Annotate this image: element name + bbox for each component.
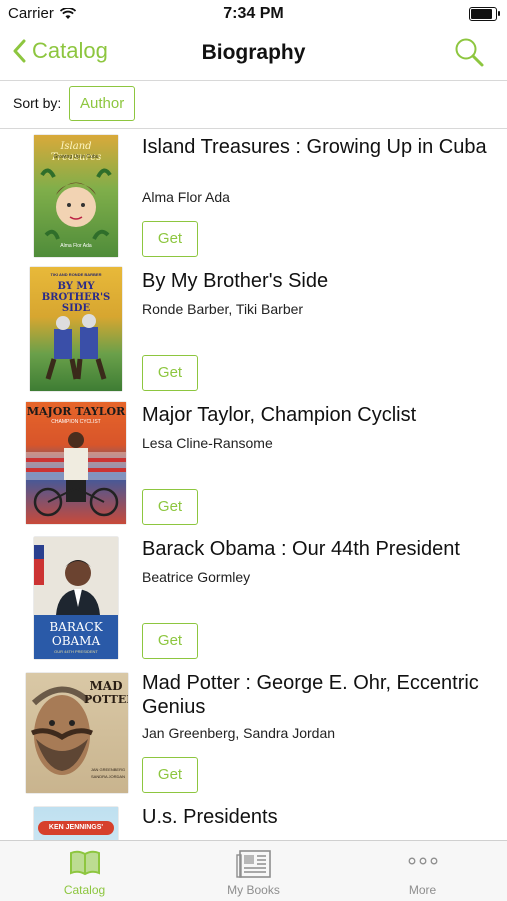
sort-bar: Sort by: Author (0, 80, 507, 129)
tab-more-label: More (408, 883, 437, 897)
sort-label: Sort by: (13, 95, 62, 111)
cover-subtitle: Growing Up in Cuba (53, 154, 99, 160)
book-cover: MAJOR TAYLOR CHAMPION CYCLIST (26, 402, 126, 524)
book-title[interactable]: U.s. Presidents (142, 805, 497, 829)
status-bar: Carrier 7:34 PM (0, 0, 507, 28)
book-title[interactable]: Barack Obama : Our 44th President (142, 537, 497, 561)
tab-catalog[interactable]: Catalog (0, 841, 169, 901)
open-book-icon (69, 850, 100, 876)
cover-author: Alma Flor Ada (60, 243, 92, 249)
cover-title-line-1: MAD (89, 679, 123, 693)
tab-my-books-label: My Books (227, 883, 280, 897)
cover-subtitle: OUR 44TH PRESIDENT (54, 649, 98, 654)
cover-author: TIKI AND RONDE BARBER (50, 272, 102, 277)
get-button[interactable]: Get (142, 623, 198, 659)
search-button[interactable] (453, 36, 485, 73)
book-cover: KEN JENNINGS' (34, 807, 118, 840)
list-item[interactable]: BARACK OBAMA OUR 44TH PRESIDENT Barack O… (0, 531, 507, 665)
book-cover: MAD POTTER JAN GREENBERG SANDRA JORDAN (26, 673, 128, 793)
book-list[interactable]: Island Treasures Growing Up in Cuba Alma… (0, 129, 507, 840)
cover-title: MAJOR TAYLOR (26, 405, 126, 418)
list-item[interactable]: Island Treasures Growing Up in Cuba Alma… (0, 129, 507, 263)
battery-level (471, 9, 492, 19)
book-cover: BARACK OBAMA OUR 44TH PRESIDENT (34, 537, 118, 659)
book-author: Beatrice Gormley (142, 569, 251, 585)
tab-more[interactable]: More (338, 841, 507, 901)
battery-icon (469, 7, 500, 21)
sort-author-button[interactable]: Author (69, 86, 136, 121)
cover-author-1: JAN GREENBERG (90, 767, 126, 772)
tab-catalog-label: Catalog (63, 883, 106, 897)
book-author: Jan Greenberg, Sandra Jordan (142, 725, 336, 741)
book-author: Ronde Barber, Tiki Barber (142, 301, 304, 317)
list-item[interactable]: MAD POTTER JAN GREENBERG SANDRA JORDAN M… (0, 665, 507, 799)
book-author: Alma Flor Ada (142, 189, 230, 205)
cover-author-2: SANDRA JORDAN (90, 774, 125, 779)
tab-my-books[interactable]: My Books (169, 841, 338, 901)
book-title[interactable]: By My Brother's Side (142, 269, 497, 293)
cover-title: BY MY BROTHER'S SIDE (41, 281, 111, 314)
cover-subtitle: CHAMPION CYCLIST (51, 419, 101, 425)
list-item[interactable]: KEN JENNINGS' U.s. Presidents (0, 799, 507, 840)
cover-title-line-1: BARACK (49, 620, 103, 634)
get-button[interactable]: Get (142, 489, 198, 525)
book-cover: Island Treasures Growing Up in Cuba Alma… (34, 135, 118, 257)
get-button[interactable]: Get (142, 221, 198, 257)
tab-bar: Catalog My Books More (0, 840, 507, 901)
get-button[interactable]: Get (142, 355, 198, 391)
list-item[interactable]: TIKI AND RONDE BARBER BY MY BROTHER'S SI… (0, 263, 507, 397)
page-title: Biography (201, 41, 306, 64)
book-title[interactable]: Major Taylor, Champion Cyclist (142, 403, 497, 427)
more-dots-icon (408, 857, 437, 865)
book-author: Lesa Cline-Ransome (142, 435, 273, 451)
book-title[interactable]: Mad Potter : George E. Ohr, Eccentric Ge… (142, 671, 497, 719)
cover-badge: KEN JENNINGS' (38, 821, 114, 835)
cover-title-line-2: OBAMA (51, 634, 101, 648)
status-time: 7:34 PM (223, 5, 284, 22)
book-title[interactable]: Island Treasures : Growing Up in Cuba (142, 135, 497, 159)
navigation-bar: Catalog Biography (0, 28, 507, 81)
newspaper-icon (235, 850, 271, 878)
cover-title-line-2: POTTER (84, 693, 128, 706)
search-icon (455, 38, 484, 67)
book-cover: TIKI AND RONDE BARBER BY MY BROTHER'S SI… (30, 267, 122, 391)
get-button[interactable]: Get (142, 757, 198, 793)
list-item[interactable]: MAJOR TAYLOR CHAMPION CYCLIST Major Tayl… (0, 397, 507, 531)
